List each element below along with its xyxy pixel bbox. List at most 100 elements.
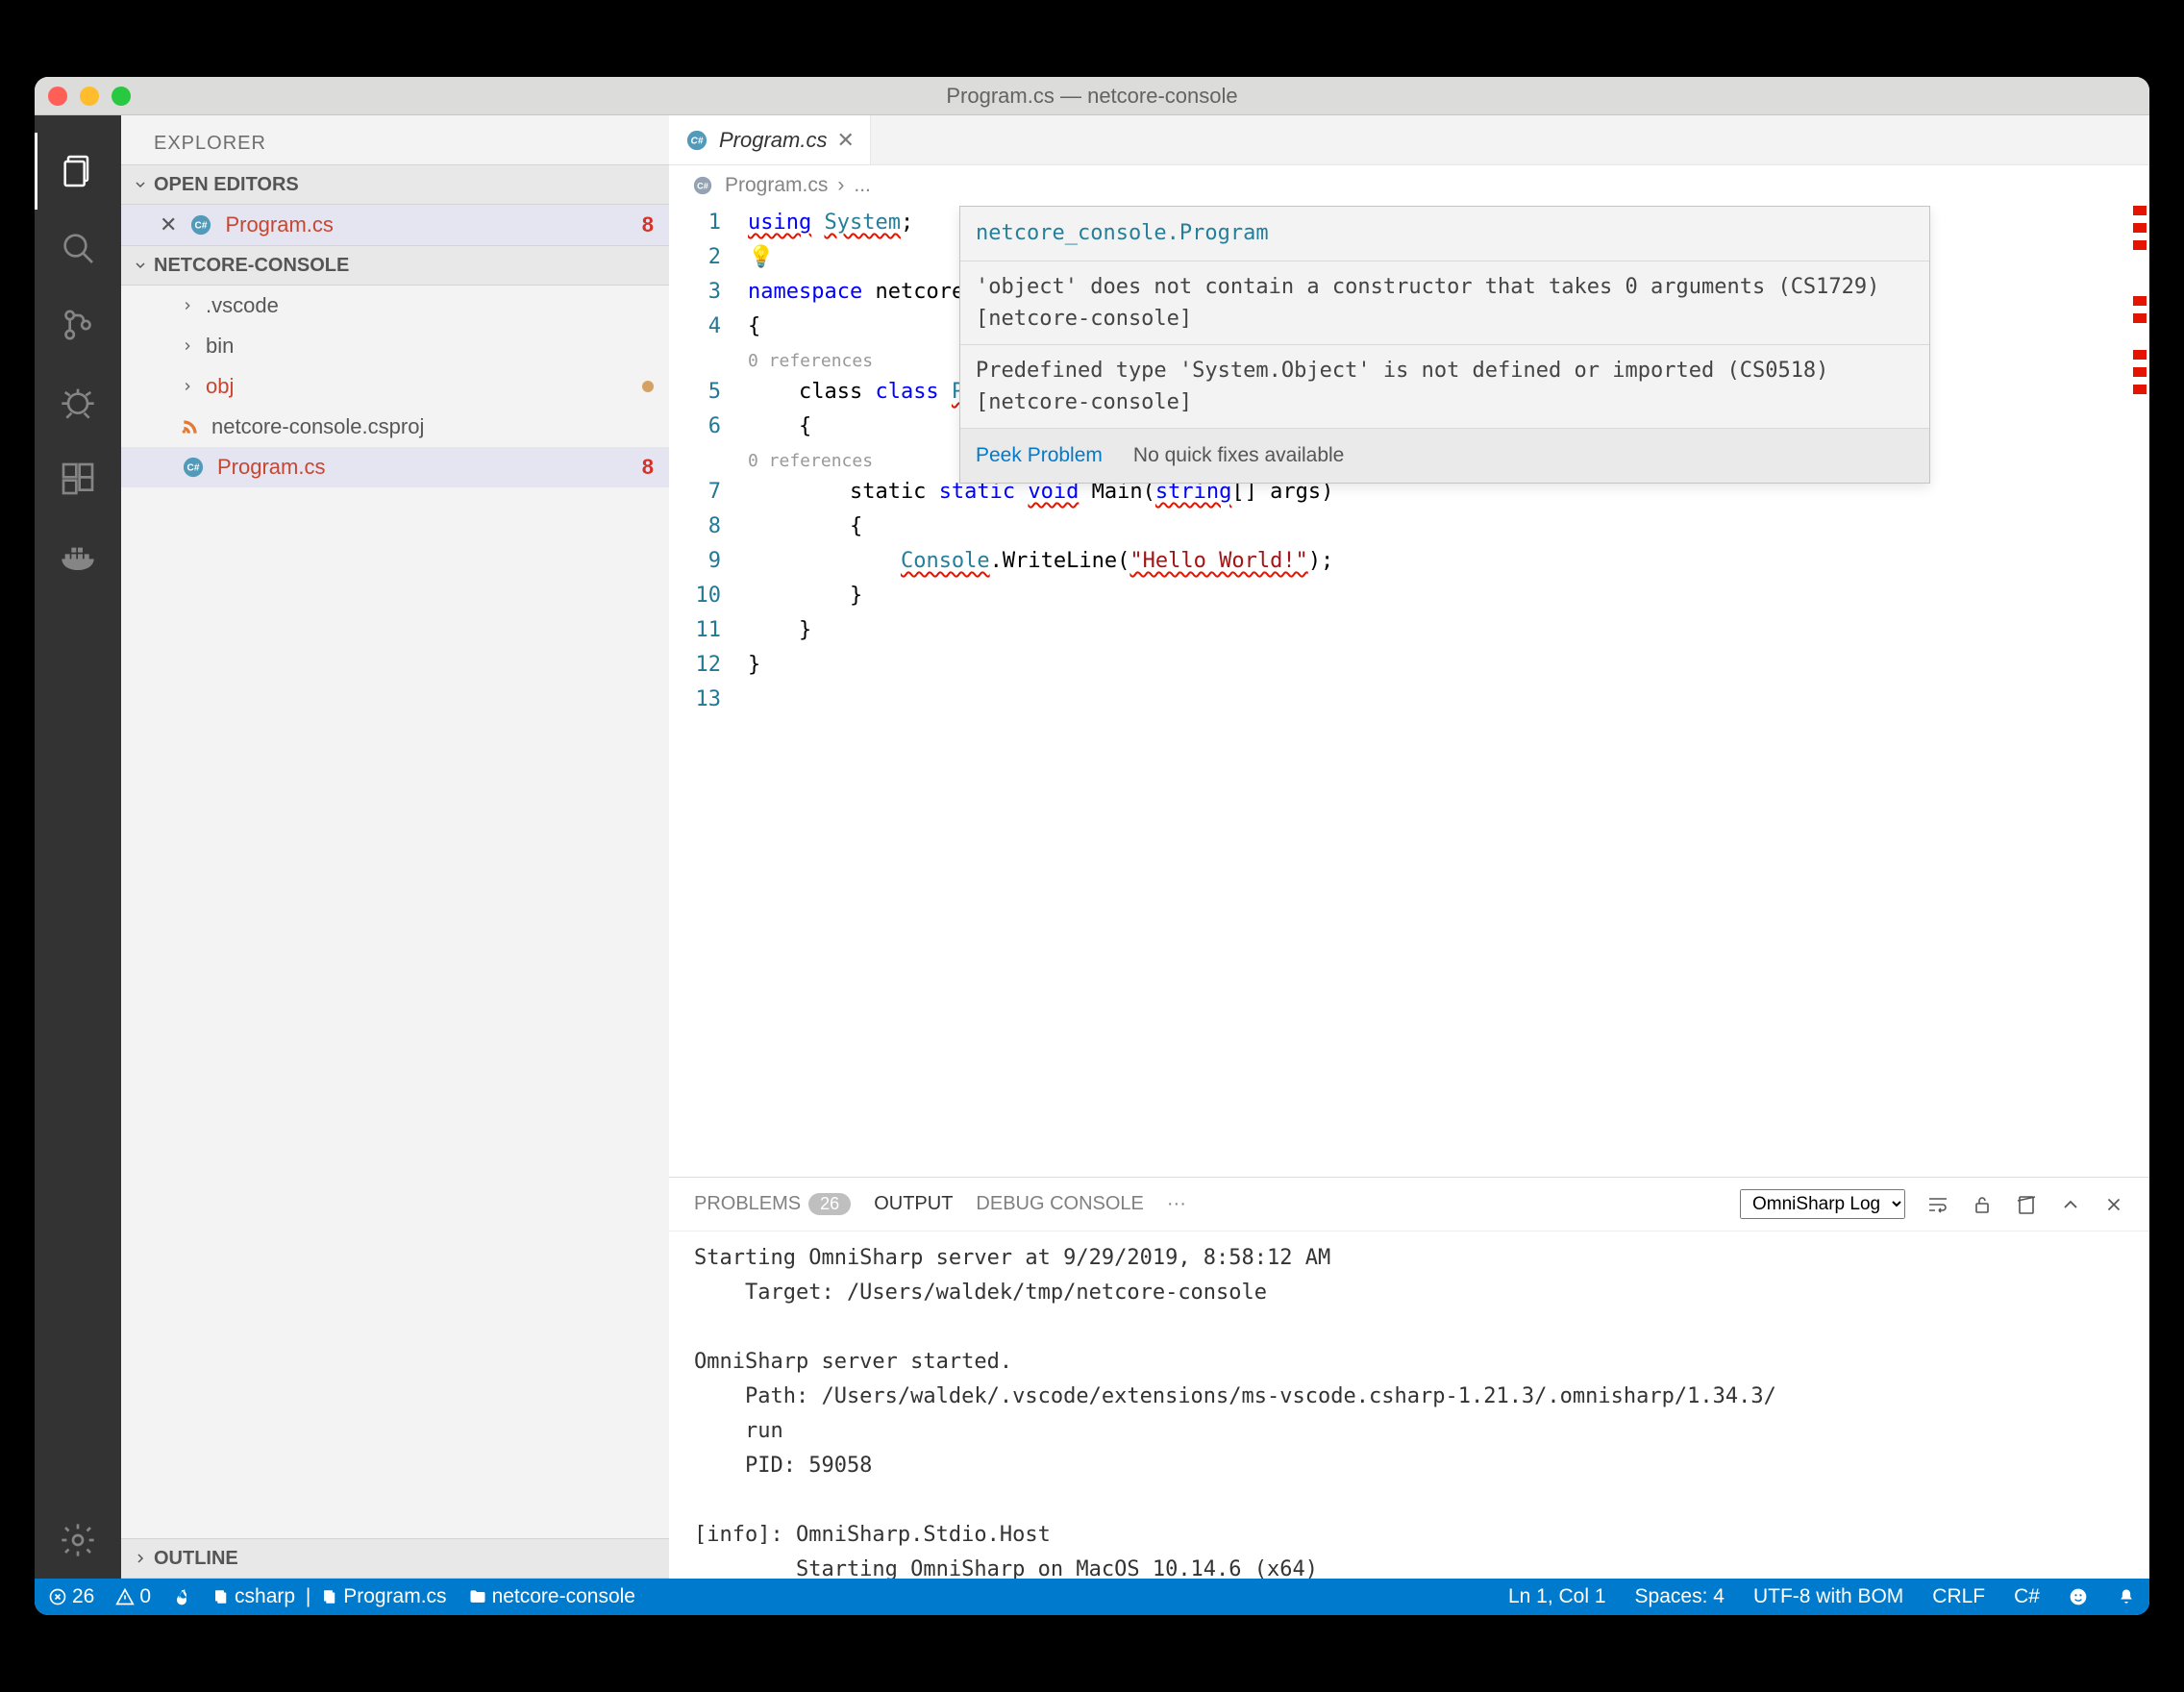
open-editor-item[interactable]: ✕ C# Program.cs 8 [121,205,669,245]
settings-gear-icon[interactable] [35,1502,121,1579]
error-marker[interactable] [2133,240,2147,250]
xml-file-icon [181,417,200,436]
lightbulb-icon[interactable]: 💡 [748,245,774,269]
close-tab-icon[interactable]: ✕ [836,128,854,153]
status-language[interactable]: C# [2014,1585,2040,1608]
status-folder[interactable]: netcore-console [468,1585,635,1608]
panel-more-icon[interactable]: ··· [1167,1193,1186,1215]
close-window-button[interactable] [48,87,67,106]
tree-folder-bin[interactable]: bin [121,326,669,366]
zoom-window-button[interactable] [112,87,131,106]
chevron-right-icon [181,380,194,393]
error-marker[interactable] [2133,206,2147,215]
open-editors-section[interactable]: OPEN EDITORS [121,164,669,205]
error-marker[interactable] [2133,350,2147,360]
clear-output-icon[interactable] [2015,1193,2038,1216]
tab-label: OUTPUT [874,1193,953,1215]
tree-file-program[interactable]: C# Program.cs 8 [121,447,669,487]
tab-label: Program.cs [719,128,827,153]
maximize-panel-icon[interactable] [2059,1193,2082,1216]
debug-icon[interactable] [35,363,121,440]
overview-ruler[interactable] [2130,206,2149,956]
error-marker[interactable] [2133,367,2147,377]
minimize-window-button[interactable] [80,87,99,106]
code-content[interactable]: using System; 💡 namespace netcore_consol… [748,206,2149,1177]
peek-problem-link[interactable]: Peek Problem [976,438,1103,473]
folder-name: obj [206,374,234,399]
problems-tab[interactable]: PROBLEMS 26 [694,1193,851,1215]
svg-text:C#: C# [691,136,704,146]
breadcrumb-file: Program.cs [725,174,828,197]
csharp-file-icon: C# [188,212,213,237]
section-label: OPEN EDITORS [154,174,299,196]
error-marker[interactable] [2133,223,2147,233]
status-eol[interactable]: CRLF [1932,1585,1985,1608]
word-wrap-icon[interactable] [1926,1193,1949,1216]
docker-icon[interactable] [35,517,121,594]
csharp-file-icon: C# [181,455,206,480]
chevron-right-icon [181,339,194,353]
modified-dot-icon [642,381,654,392]
breadcrumb[interactable]: C# Program.cs › ... [669,165,2149,206]
file-name: netcore-console.csproj [211,414,424,439]
status-feedback-icon[interactable] [2069,1587,2088,1606]
folder-name: .vscode [206,293,279,318]
status-indentation[interactable]: Spaces: 4 [1635,1585,1725,1608]
breadcrumb-ellipsis: ... [854,174,871,197]
status-warnings[interactable]: 0 [115,1585,151,1608]
chevron-down-icon [133,177,148,192]
editor-tab[interactable]: C# Program.cs ✕ [669,115,871,164]
window-title: Program.cs — netcore-console [946,84,1237,109]
status-encoding[interactable]: UTF-8 with BOM [1753,1585,1903,1608]
csharp-file-icon: C# [684,128,709,153]
file-name: Program.cs [225,212,333,237]
close-panel-icon[interactable] [2103,1194,2124,1215]
explorer-icon[interactable] [35,133,121,210]
chevron-down-icon [133,258,148,273]
chevron-right-icon [181,299,194,312]
status-bar: 26 0 csharp | Program.cs netcore-console… [35,1579,2149,1615]
svg-text:C#: C# [195,221,208,232]
error-marker[interactable] [2133,313,2147,323]
status-bell-icon[interactable] [2117,1587,2136,1606]
output-tab[interactable]: OUTPUT [874,1193,953,1215]
status-csharp[interactable]: csharp | Program.cs [212,1585,447,1608]
hover-tooltip: netcore_console.Program 'object' does no… [959,206,1930,484]
output-content[interactable]: Starting OmniSharp server at 9/29/2019, … [669,1232,2149,1579]
debug-console-tab[interactable]: DEBUG CONSOLE [976,1193,1143,1215]
tree-folder-vscode[interactable]: .vscode [121,286,669,326]
search-icon[interactable] [35,210,121,286]
titlebar: Program.cs — netcore-console [35,77,2149,115]
error-marker[interactable] [2133,296,2147,306]
hover-message: 'object' does not contain a constructor … [960,261,1929,345]
sidebar-title: EXPLORER [121,115,669,164]
file-name: Program.cs [217,455,325,480]
folder-section[interactable]: NETCORE-CONSOLE [121,245,669,286]
section-label: NETCORE-CONSOLE [154,255,349,277]
status-flame-icon[interactable] [172,1587,191,1606]
close-icon[interactable]: ✕ [160,212,177,237]
hover-header: netcore_console.Program [960,207,1929,261]
traffic-lights [48,87,131,106]
activity-bar [35,115,121,1579]
error-marker[interactable] [2133,385,2147,394]
breadcrumb-sep: › [837,174,844,197]
explorer-sidebar: EXPLORER OPEN EDITORS ✕ C# Program.cs 8 … [121,115,669,1579]
tree-folder-obj[interactable]: obj [121,366,669,407]
tab-label: DEBUG CONSOLE [976,1193,1143,1215]
status-errors[interactable]: 26 [48,1585,94,1608]
bottom-panel: PROBLEMS 26 OUTPUT DEBUG CONSOLE ··· Omn… [669,1177,2149,1579]
output-channel-select[interactable]: OmniSharp Log [1740,1189,1905,1219]
tree-file-csproj[interactable]: netcore-console.csproj [121,407,669,447]
source-control-icon[interactable] [35,286,121,363]
chevron-right-icon [133,1551,148,1566]
svg-text:C#: C# [187,463,200,474]
svg-text:C#: C# [697,181,708,190]
status-cursor-position[interactable]: Ln 1, Col 1 [1508,1585,1606,1608]
code-editor[interactable]: 1 2 3 4 5 6 7 8 9 10 11 12 13 [669,206,2149,1177]
extensions-icon[interactable] [35,440,121,517]
csharp-file-icon: C# [690,173,715,198]
problems-count-badge: 26 [808,1193,851,1215]
outline-section[interactable]: OUTLINE [121,1538,669,1579]
lock-scroll-icon[interactable] [1971,1193,1994,1216]
